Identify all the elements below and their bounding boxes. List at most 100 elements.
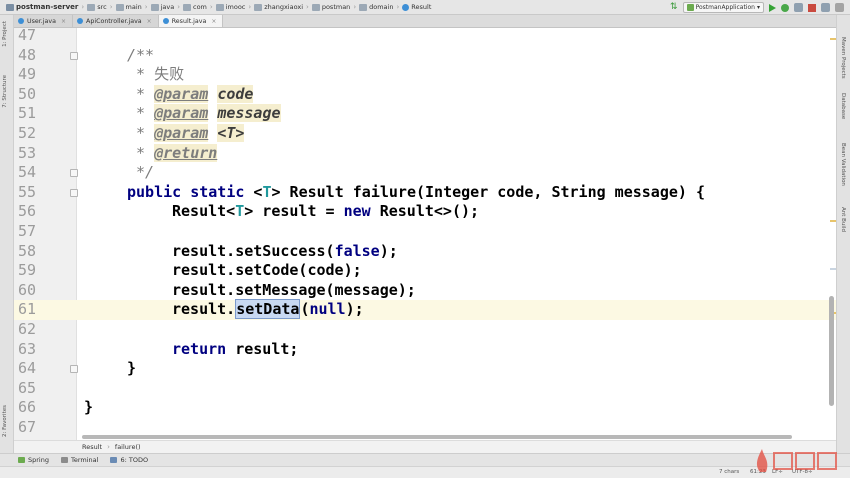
javadoc-tag: @param <box>154 124 209 142</box>
database-tab[interactable]: Database <box>840 93 846 119</box>
javadoc-param-name: code <box>217 84 254 103</box>
code-text: result.setCode(code); <box>172 261 362 280</box>
logo-glyph <box>817 452 837 470</box>
line-number: 54 <box>18 163 37 182</box>
folder-icon <box>254 3 263 11</box>
bean-validation-tab[interactable]: Bean Validation <box>840 143 846 186</box>
project-structure-icon[interactable] <box>821 3 830 12</box>
error-stripe-marker[interactable] <box>830 38 836 40</box>
code-line: 64 } <box>14 359 836 379</box>
keyword: new <box>343 202 371 221</box>
project-icon <box>6 3 14 11</box>
stop-icon[interactable] <box>808 3 816 12</box>
folder-icon <box>115 3 124 11</box>
comment-text: 失败 <box>154 65 185 84</box>
fold-icon[interactable] <box>70 188 78 197</box>
code-text: result.setSuccess( <box>172 241 335 260</box>
code-line: 49 * 失败 <box>14 65 836 85</box>
tool-label: 6: TODO <box>120 456 149 464</box>
fold-icon[interactable] <box>70 169 78 178</box>
breadcrumb-separator: › <box>107 443 110 451</box>
left-tool-strip: 1: Project 7: Structure 2: Favorites <box>0 15 14 453</box>
error-stripe-marker[interactable] <box>830 220 836 222</box>
code-line: 47 <box>14 28 836 46</box>
line-number: 48 <box>18 45 37 64</box>
keyword: static <box>190 182 245 201</box>
breadcrumb-label: main <box>125 3 142 11</box>
run-toolbar: ⇅ PostmanApplication ▾ <box>670 1 844 14</box>
breadcrumb-project[interactable]: postman-server <box>4 0 80 15</box>
line-number: 63 <box>18 339 37 358</box>
breadcrumb-postman[interactable]: postman <box>310 0 352 15</box>
horizontal-scrollbar-track <box>82 435 828 439</box>
breadcrumb-class[interactable]: Result <box>82 443 102 451</box>
structure-tool-tab[interactable]: 7: Structure <box>2 75 8 108</box>
line-number: 52 <box>18 124 37 142</box>
class-icon <box>162 18 169 24</box>
tab-result-java[interactable]: Result.java × <box>158 15 224 27</box>
comment-prefix: * <box>127 143 155 162</box>
code-line: 59 result.setCode(code); <box>14 261 836 281</box>
breadcrumb-src[interactable]: src <box>85 0 109 15</box>
error-stripe-marker[interactable] <box>830 268 836 270</box>
breadcrumb-com[interactable]: com <box>181 0 209 15</box>
watermark-logo <box>756 449 837 472</box>
folder-icon <box>87 3 96 11</box>
code-line: 57 <box>14 222 836 242</box>
tab-apicontroller-java[interactable]: ApiController.java × <box>73 15 159 27</box>
coverage-icon[interactable] <box>794 3 803 12</box>
close-icon[interactable]: × <box>61 18 66 25</box>
keyword: return <box>172 339 227 358</box>
breadcrumb-zhangxiaoxi[interactable]: zhangxiaoxi <box>252 0 305 15</box>
breadcrumb-label: zhangxiaoxi <box>264 3 304 11</box>
maven-projects-tab[interactable]: Maven Projects <box>840 37 846 79</box>
comment-prefix: * <box>127 84 155 103</box>
fold-icon[interactable] <box>70 365 78 374</box>
close-icon[interactable]: × <box>211 18 216 25</box>
comment-prefix: * <box>127 104 155 123</box>
code-editor[interactable]: 47 48 /** 49 * 失败 50 * @param code 51 * … <box>14 28 836 440</box>
horizontal-scrollbar[interactable] <box>82 435 792 439</box>
vertical-scrollbar[interactable] <box>829 296 834 406</box>
breadcrumb-method[interactable]: failure() <box>115 443 141 451</box>
code-text: Result<>(); <box>370 202 480 221</box>
selected-text[interactable]: setData <box>235 299 301 320</box>
javadoc-param-name: message <box>217 104 281 123</box>
run-icon[interactable] <box>769 3 776 12</box>
flame-shape <box>756 449 768 472</box>
status-bar: 7 chars 61:23 LF÷ UTF-8÷ <box>0 466 850 478</box>
search-everywhere-icon[interactable] <box>835 3 844 12</box>
build-arrow-icon[interactable]: ⇅ <box>670 3 678 12</box>
keyword: false <box>334 241 380 260</box>
spring-boot-icon <box>686 4 694 11</box>
code-line: 54 */ <box>14 163 836 183</box>
spring-tool-button[interactable]: Spring <box>18 456 49 464</box>
debug-icon[interactable] <box>781 3 789 12</box>
run-configuration-select[interactable]: PostmanApplication ▾ <box>682 2 764 13</box>
favorites-tool-tab[interactable]: 2: Favorites <box>2 405 8 437</box>
javadoc-tag: @return <box>154 143 218 162</box>
class-icon <box>402 3 410 11</box>
fold-icon[interactable] <box>70 51 78 60</box>
line-number: 59 <box>18 261 37 280</box>
logo-glyph <box>795 452 815 470</box>
tab-user-java[interactable]: User.java × <box>14 15 74 27</box>
breadcrumb-label: com <box>193 3 207 11</box>
terminal-tool-button[interactable]: Terminal <box>60 456 98 464</box>
project-tool-tab[interactable]: 1: Project <box>2 21 8 47</box>
ant-build-tab[interactable]: Ant Build <box>840 207 846 232</box>
close-icon[interactable]: × <box>147 18 152 25</box>
breadcrumb-result[interactable]: Result <box>400 0 433 15</box>
current-code-line: 61 result.setData(null); <box>14 299 836 320</box>
tool-label: Spring <box>28 456 49 464</box>
breadcrumb-java[interactable]: java <box>149 0 177 15</box>
breadcrumb-domain[interactable]: domain <box>357 0 395 15</box>
run-configuration-label: PostmanApplication <box>695 4 755 11</box>
breadcrumb-imooc[interactable]: imooc <box>214 0 248 15</box>
code-line: 51 * @param message <box>14 104 836 124</box>
todo-tool-button[interactable]: 6: TODO <box>110 456 148 464</box>
tab-label: User.java <box>27 17 56 25</box>
javadoc-tag: @param <box>154 104 209 123</box>
breadcrumb-main[interactable]: main <box>114 0 144 15</box>
code-text: } <box>84 398 94 417</box>
